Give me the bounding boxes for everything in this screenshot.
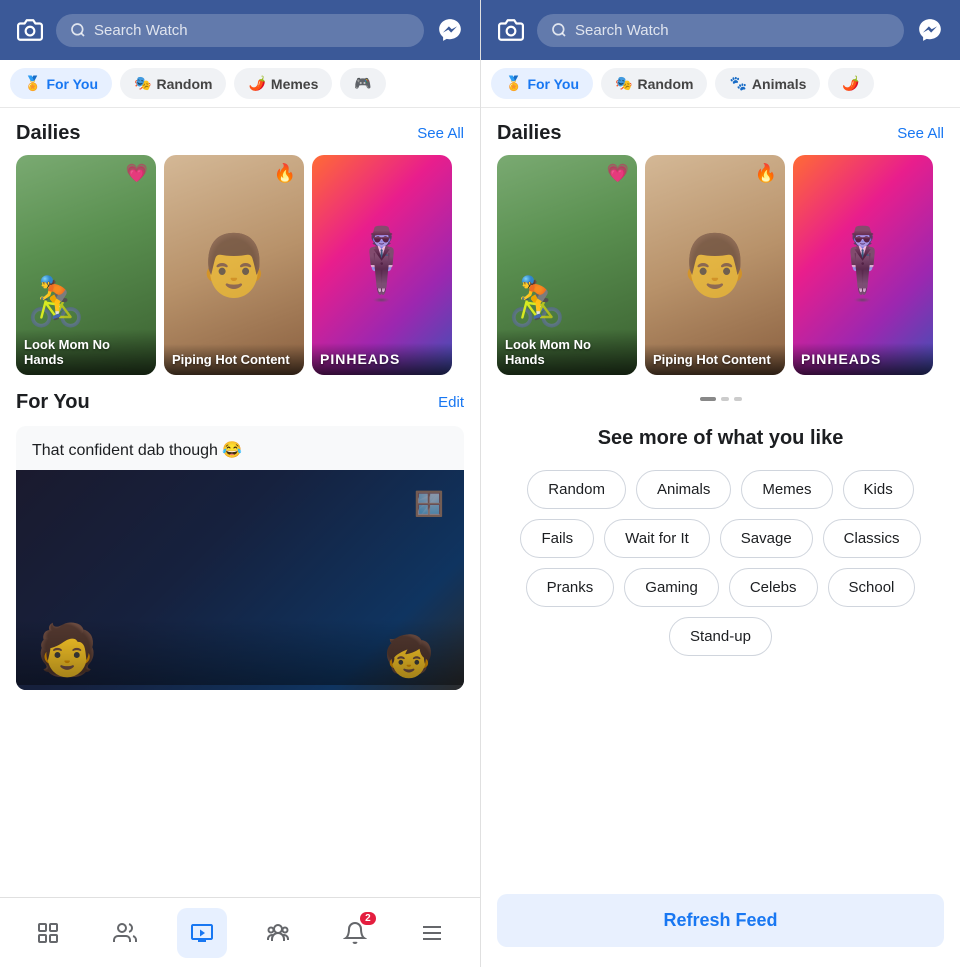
tag-chip-fails[interactable]: Fails [520, 519, 594, 558]
right-daily-card-2[interactable]: 👨 🔥 Piping Hot Content [645, 155, 785, 375]
left-dailies-header: Dailies See All [0, 108, 480, 155]
left-post-text: That confident dab though 😂 [16, 426, 464, 470]
right-header: Search Watch [481, 0, 960, 60]
daily-card-1[interactable]: 🚴 💗 Look Mom No Hands [16, 155, 156, 375]
tag-chip-kids[interactable]: Kids [843, 470, 914, 509]
nav-friends[interactable] [100, 908, 150, 958]
right-daily-card-3[interactable]: 🕴️ PINHEADS [793, 155, 933, 375]
refresh-feed-button[interactable]: Refresh Feed [497, 894, 944, 947]
right-search-placeholder: Search Watch [575, 22, 669, 39]
tab-for-you-right[interactable]: 🏅 For You [491, 68, 593, 99]
tab-for-you-left[interactable]: 🏅 For You [10, 68, 112, 99]
tag-chip-gaming[interactable]: Gaming [624, 568, 719, 607]
left-video-post[interactable]: That confident dab though 😂 🧑 🧒 🪟 [16, 426, 464, 690]
tab-animals-right[interactable]: 🐾 Animals [715, 68, 820, 99]
left-search-bar[interactable]: Search Watch [56, 14, 424, 47]
left-post-image: 🧑 🧒 🪟 [16, 470, 464, 690]
dot-2 [721, 397, 729, 401]
right-dailies-row: 🚴 💗 Look Mom No Hands 👨 🔥 Piping Hot Con… [481, 155, 960, 391]
right-dailies-title: Dailies [497, 122, 561, 145]
right-card-label-3: PINHEADS [793, 343, 933, 375]
camera-icon[interactable] [14, 14, 46, 46]
card-badge-1: 💗 [126, 163, 148, 184]
right-dailies-container: Dailies See All 🚴 💗 Look Mom No Hands 👨 … [481, 108, 960, 407]
tag-chip-stand-up[interactable]: Stand-up [669, 617, 772, 656]
left-for-you-title: For You [16, 391, 90, 414]
see-more-section: See more of what you like Random Animals M… [481, 407, 960, 967]
daily-card-2[interactable]: 👨 🔥 Piping Hot Content [164, 155, 304, 375]
card-badge-2: 🔥 [274, 163, 296, 184]
left-for-you-header: For You Edit [16, 391, 464, 414]
left-bottom-nav: 2 [0, 897, 480, 967]
left-panel: Search Watch 🏅 For You 🎭 Random 🌶️ Memes… [0, 0, 480, 967]
left-messenger-icon[interactable] [434, 14, 466, 46]
tab-more-left[interactable]: 🎮 [340, 68, 385, 99]
card-label-1: Look Mom No Hands [16, 329, 156, 375]
nav-groups[interactable] [253, 908, 303, 958]
left-dailies-title: Dailies [16, 122, 80, 145]
notification-badge: 2 [360, 912, 376, 925]
tag-chip-celebs[interactable]: Celebs [729, 568, 818, 607]
tag-chip-random[interactable]: Random [527, 470, 626, 509]
nav-news-feed[interactable] [23, 908, 73, 958]
for-you-emoji: 🏅 [24, 75, 41, 92]
tag-chip-classics[interactable]: Classics [823, 519, 921, 558]
right-card-label-1: Look Mom No Hands [497, 329, 637, 375]
right-card-badge-1: 💗 [607, 163, 629, 184]
right-messenger-icon[interactable] [914, 14, 946, 46]
tag-chip-school[interactable]: School [828, 568, 916, 607]
right-dailies-header: Dailies See All [481, 108, 960, 155]
nav-notifications[interactable]: 2 [330, 908, 380, 958]
tag-chip-wait-for-it[interactable]: Wait for It [604, 519, 710, 558]
left-dailies-row: 🚴 💗 Look Mom No Hands 👨 🔥 Piping Hot Con… [0, 155, 480, 391]
daily-card-3[interactable]: 🕴️ PINHEADS [312, 155, 452, 375]
right-card-label-2: Piping Hot Content [645, 344, 785, 375]
tags-container: Random Animals Memes Kids Fails Wait for It Sa… [497, 470, 944, 656]
tab-random-right[interactable]: 🎭 Random [601, 68, 707, 99]
left-header: Search Watch [0, 0, 480, 60]
left-tabs: 🏅 For You 🎭 Random 🌶️ Memes 🎮 [0, 60, 480, 108]
tag-chip-pranks[interactable]: Pranks [526, 568, 615, 607]
tag-chip-savage[interactable]: Savage [720, 519, 813, 558]
right-camera-icon[interactable] [495, 14, 527, 46]
tab-random-left[interactable]: 🎭 Random [120, 68, 226, 99]
card-label-2: Piping Hot Content [164, 344, 304, 375]
tag-chip-memes[interactable]: Memes [741, 470, 832, 509]
right-tabs: 🏅 For You 🎭 Random 🐾 Animals 🌶️ [481, 60, 960, 108]
left-edit-link[interactable]: Edit [438, 394, 464, 411]
right-search-bar[interactable]: Search Watch [537, 14, 904, 47]
scroll-indicator [481, 391, 960, 407]
tab-memes-left[interactable]: 🌶️ Memes [234, 68, 332, 99]
dot-1 [700, 397, 716, 401]
left-search-placeholder: Search Watch [94, 22, 188, 39]
right-card-badge-2: 🔥 [755, 163, 777, 184]
card-label-3: PINHEADS [312, 343, 452, 375]
tab-more-right[interactable]: 🌶️ [828, 68, 873, 99]
dot-3 [734, 397, 742, 401]
tag-chip-animals[interactable]: Animals [636, 470, 731, 509]
see-more-title: See more of what you like [598, 427, 844, 450]
left-for-you-section: For You Edit That confident dab though 😂… [0, 391, 480, 690]
nav-watch[interactable] [177, 908, 227, 958]
right-dailies-see-all[interactable]: See All [897, 125, 944, 142]
right-daily-card-1[interactable]: 🚴 💗 Look Mom No Hands [497, 155, 637, 375]
right-panel: Search Watch 🏅 For You 🎭 Random 🐾 Animal… [480, 0, 960, 967]
left-dailies-see-all[interactable]: See All [417, 125, 464, 142]
nav-menu[interactable] [407, 908, 457, 958]
